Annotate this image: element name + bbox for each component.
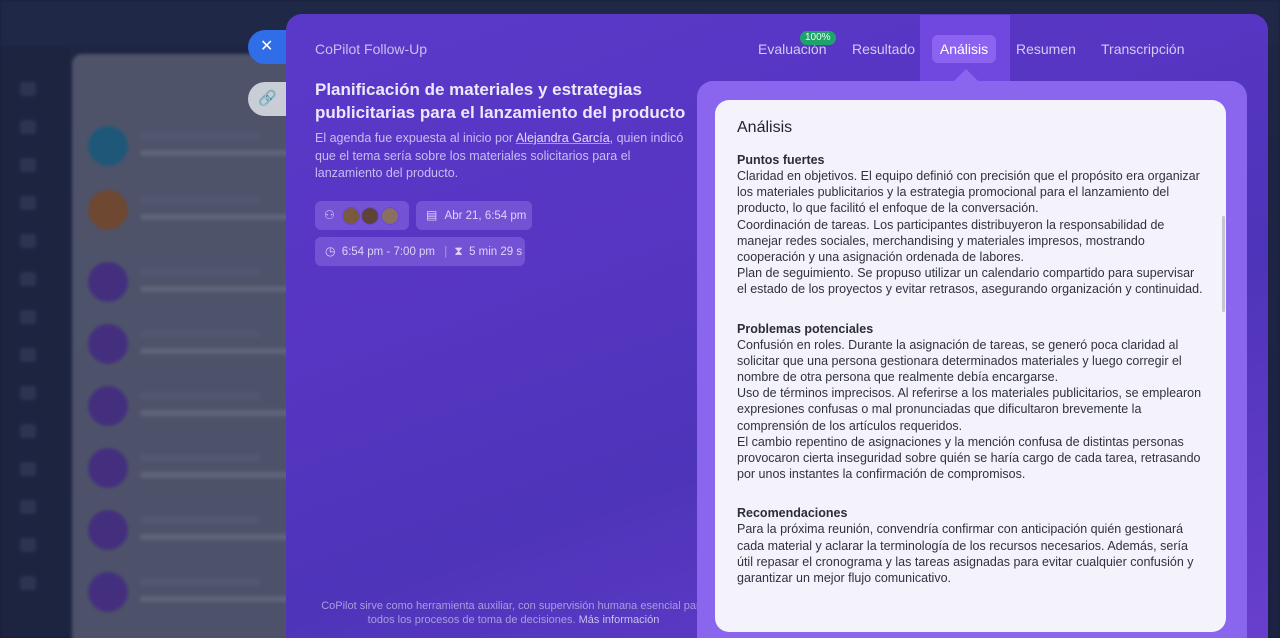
- section-title-recommendations: Recomendaciones: [737, 506, 848, 521]
- section-paragraph: Confusión en roles. Durante la asignació…: [737, 337, 1182, 385]
- close-icon: ✕: [260, 38, 274, 55]
- section-paragraph: Coordinación de tareas. Los participante…: [737, 217, 1165, 265]
- section-paragraph: Para la próxima reunión, convendría conf…: [737, 522, 1194, 586]
- calendar-icon: ▤: [426, 208, 438, 222]
- meeting-time-range: 6:54 pm - 7:00 pm: [341, 246, 436, 258]
- date-chip: ▤ Abr 21, 6:54 pm: [416, 201, 532, 230]
- scrollbar[interactable]: [1222, 216, 1225, 312]
- analysis-content: Puntos fuertes Claridad en objetivos. El…: [737, 152, 1207, 586]
- meeting-title: Planificación de materiales y estrategia…: [315, 80, 686, 122]
- avatar: [342, 207, 360, 225]
- meeting-agenda: El agenda fue expuesta al inicio por Ale…: [315, 130, 685, 183]
- divider: |: [444, 246, 448, 258]
- tab-transcripcion[interactable]: Transcripción: [1101, 41, 1185, 57]
- more-info-link[interactable]: Más información: [579, 614, 660, 626]
- avatar: [381, 207, 399, 225]
- evaluation-score-badge: 100%: [800, 31, 836, 45]
- active-tab-pointer: [954, 69, 978, 81]
- clock-icon: ◷: [325, 244, 336, 258]
- participants-icon: ⚇: [324, 208, 335, 222]
- tab-resultado[interactable]: Resultado: [852, 41, 915, 57]
- hourglass-icon: ⧗: [454, 244, 463, 258]
- copilot-disclaimer: CoPilot sirve como herramienta auxiliar,…: [311, 599, 716, 627]
- time-chip: ◷ 6:54 pm - 7:00 pm | ⧗ 5 min 29 s: [315, 237, 525, 266]
- copilot-followup-modal: CoPilot Follow-Up Evaluación 100% Result…: [286, 14, 1268, 638]
- participants-chip[interactable]: ⚇: [315, 201, 409, 230]
- modal-title: CoPilot Follow-Up: [315, 41, 428, 57]
- analysis-card: Análisis Puntos fuertes Claridad en obje…: [715, 100, 1226, 632]
- section-paragraph: El cambio repentino de asignaciones y la…: [737, 434, 1201, 482]
- section-paragraph: Plan de seguimiento. Se propuso utilizar…: [737, 266, 1203, 297]
- analysis-heading: Análisis: [737, 119, 793, 136]
- section-title-strengths: Puntos fuertes: [737, 153, 825, 167]
- section-title-issues: Problemas potenciales: [737, 321, 874, 336]
- section-paragraph: Uso de términos imprecisos. Al referirse…: [737, 386, 1202, 433]
- link-icon: 🔗: [258, 90, 277, 107]
- avatar: [361, 207, 379, 225]
- meeting-duration: 5 min 29 s: [469, 246, 523, 258]
- tab-analisis[interactable]: Análisis: [932, 35, 996, 63]
- meeting-date: Abr 21, 6:54 pm: [444, 210, 527, 222]
- agenda-owner-link[interactable]: Alejandra García: [516, 131, 610, 145]
- tab-resumen[interactable]: Resumen: [1016, 41, 1076, 57]
- section-paragraph: Claridad en objetivos. El equipo definió…: [737, 169, 1200, 216]
- agenda-prefix: El agenda fue expuesta al inicio por: [315, 131, 516, 145]
